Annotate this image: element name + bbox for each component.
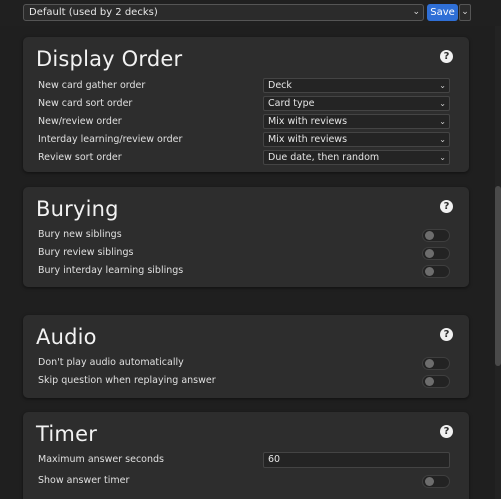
- select-value: Mix with reviews: [268, 134, 348, 145]
- setting-row-new-card-gather-order: New card gather order Deck ⌄: [38, 78, 456, 95]
- chevron-down-icon: ⌄: [412, 7, 420, 17]
- skip-question-toggle[interactable]: [422, 375, 450, 388]
- setting-label: Bury review siblings: [38, 247, 134, 258]
- setting-label: Maximum answer seconds: [38, 454, 164, 465]
- dont-play-audio-toggle[interactable]: [422, 357, 450, 370]
- setting-row-new-card-sort-order: New card sort order Card type ⌄: [38, 96, 456, 113]
- new-card-gather-order-select[interactable]: Deck ⌄: [263, 78, 450, 93]
- toggle-knob: [425, 267, 434, 276]
- chevron-down-icon: ⌄: [439, 135, 446, 144]
- display-order-section: Display Order ? New card gather order De…: [23, 37, 469, 172]
- setting-label: Skip question when replaying answer: [38, 375, 216, 386]
- setting-row-review-sort-order: Review sort order Due date, then random …: [38, 150, 456, 167]
- section-title: Audio: [36, 325, 97, 349]
- setting-label: New/review order: [38, 116, 122, 127]
- scrollbar-thumb[interactable]: [495, 186, 501, 366]
- new-review-order-select[interactable]: Mix with reviews ⌄: [263, 114, 450, 129]
- setting-row-bury-interday-learning-siblings: Bury interday learning siblings: [38, 263, 456, 280]
- burying-section: Burying ? Bury new siblings Bury review …: [23, 187, 469, 287]
- setting-row-bury-new-siblings: Bury new siblings: [38, 227, 456, 244]
- setting-row-new-review-order: New/review order Mix with reviews ⌄: [38, 114, 456, 131]
- chevron-down-icon: ⌄: [439, 99, 446, 108]
- setting-label: Interday learning/review order: [38, 134, 183, 145]
- setting-row-show-answer-timer: Show answer timer: [38, 473, 456, 490]
- section-title: Timer: [36, 422, 98, 446]
- question-circle-icon[interactable]: ?: [440, 50, 453, 63]
- setting-label: Don't play audio automatically: [38, 357, 184, 368]
- preset-select[interactable]: Default (used by 2 decks) ⌄: [23, 4, 424, 21]
- review-sort-order-select[interactable]: Due date, then random ⌄: [263, 150, 450, 165]
- save-options-button[interactable]: ⌄: [459, 4, 471, 21]
- setting-label: Review sort order: [38, 152, 122, 163]
- bury-interday-learning-siblings-toggle[interactable]: [422, 265, 450, 278]
- preset-select-value: Default (used by 2 decks): [29, 7, 158, 18]
- setting-label: Bury interday learning siblings: [38, 265, 184, 276]
- select-value: Deck: [268, 80, 292, 91]
- setting-row-skip-question: Skip question when replaying answer: [38, 373, 456, 390]
- chevron-down-icon: ⌄: [439, 117, 446, 126]
- setting-row-maximum-answer-seconds: Maximum answer seconds 60: [38, 452, 456, 469]
- setting-label: New card sort order: [38, 98, 133, 109]
- maximum-answer-seconds-input[interactable]: 60: [263, 452, 450, 468]
- toggle-knob: [425, 377, 434, 386]
- show-answer-timer-toggle[interactable]: [422, 475, 450, 488]
- toggle-knob: [425, 249, 434, 258]
- section-title: Display Order: [36, 47, 183, 71]
- scrollbar-track[interactable]: [495, 26, 501, 499]
- setting-row-interday-learning-review-order: Interday learning/review order Mix with …: [38, 132, 456, 149]
- question-circle-icon[interactable]: ?: [440, 328, 453, 341]
- setting-label: New card gather order: [38, 80, 146, 91]
- setting-label: Show answer timer: [38, 475, 130, 486]
- setting-row-bury-review-siblings: Bury review siblings: [38, 245, 456, 262]
- audio-section: Audio ? Don't play audio automatically S…: [23, 315, 469, 398]
- bury-new-siblings-toggle[interactable]: [422, 229, 450, 242]
- select-value: Mix with reviews: [268, 116, 348, 127]
- toggle-knob: [425, 231, 434, 240]
- question-circle-icon[interactable]: ?: [440, 425, 453, 438]
- chevron-down-icon: ⌄: [439, 153, 446, 162]
- interday-learning-review-order-select[interactable]: Mix with reviews ⌄: [263, 132, 450, 147]
- timer-section: Timer ? Maximum answer seconds 60 Show a…: [23, 412, 469, 499]
- setting-label: Bury new siblings: [38, 229, 122, 240]
- select-value: Card type: [268, 98, 315, 109]
- chevron-down-icon: ⌄: [439, 81, 446, 90]
- top-bar: Default (used by 2 decks) ⌄ Save ⌄: [0, 0, 501, 26]
- bury-review-siblings-toggle[interactable]: [422, 247, 450, 260]
- setting-row-dont-play-audio: Don't play audio automatically: [38, 355, 456, 372]
- chevron-down-icon: ⌄: [461, 7, 469, 17]
- new-card-sort-order-select[interactable]: Card type ⌄: [263, 96, 450, 111]
- save-button[interactable]: Save: [427, 4, 458, 21]
- question-circle-icon[interactable]: ?: [440, 200, 453, 213]
- select-value: Due date, then random: [268, 152, 380, 163]
- section-title: Burying: [36, 197, 119, 221]
- toggle-knob: [425, 359, 434, 368]
- toggle-knob: [425, 477, 434, 486]
